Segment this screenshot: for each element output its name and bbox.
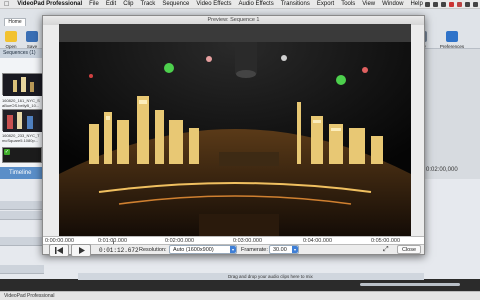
app-name-menu[interactable]: VideoPad Professional bbox=[17, 1, 82, 7]
menu-window[interactable]: Window bbox=[382, 1, 403, 7]
framerate-value: 30.00 bbox=[273, 247, 287, 253]
fullscreen-icon[interactable]: ⤢ bbox=[383, 246, 390, 253]
framerate-select[interactable]: 30.00 ▾ bbox=[269, 245, 299, 254]
timecode-display: 0:01:12.672 bbox=[99, 247, 139, 254]
audio-drop-zone[interactable]: Drag and drop your audio clips here to m… bbox=[78, 273, 424, 280]
menu-file[interactable]: File bbox=[89, 1, 99, 7]
app-window:  VideoPad Professional File Edit Clip T… bbox=[0, 0, 480, 300]
skip-back-button[interactable] bbox=[49, 244, 69, 257]
search-icon[interactable] bbox=[465, 2, 470, 7]
status-icons bbox=[422, 0, 478, 9]
folder-icon bbox=[5, 31, 17, 42]
check-icon: ✓ bbox=[4, 149, 10, 155]
status-icon-2[interactable] bbox=[433, 2, 438, 7]
timeline-time-right: 0:02:00,000 bbox=[426, 167, 458, 173]
preview-controls: 0:01:12.672 Resolution: Auto (1600x900) … bbox=[43, 244, 424, 257]
audio-track-header-2[interactable] bbox=[0, 265, 44, 274]
chevron-down-icon: ▾ bbox=[230, 246, 236, 253]
preferences-icon bbox=[446, 31, 458, 42]
clip-caption-2: 160820_233_NYC_T mcSquare5.1080p... bbox=[2, 133, 40, 143]
menu-video-effects[interactable]: Video Effects bbox=[196, 1, 231, 7]
video-track-header[interactable] bbox=[0, 201, 44, 210]
timeline-tab[interactable]: Timeline bbox=[0, 167, 44, 179]
skip-back-icon bbox=[55, 247, 63, 254]
menu-audio-effects[interactable]: Audio Effects bbox=[238, 1, 273, 7]
clip-thumbnail-1[interactable]: ✓ bbox=[2, 73, 43, 96]
ruler-label: 0:05:00.000 bbox=[371, 238, 401, 244]
status-icon-3[interactable] bbox=[441, 2, 446, 7]
menu-export[interactable]: Export bbox=[317, 1, 334, 7]
menu-list-icon[interactable] bbox=[473, 2, 478, 7]
clip-1-image bbox=[3, 74, 43, 96]
preview-ruler[interactable]: 0:00:00.000 0:01:00.000 0:02:00.000 0:03… bbox=[43, 236, 424, 245]
resolution-select[interactable]: Auto (1600x900) ▾ bbox=[169, 245, 237, 254]
tab-home[interactable]: Home bbox=[4, 18, 26, 26]
play-icon bbox=[79, 247, 85, 254]
resolution-label: Resolution: bbox=[139, 247, 167, 253]
preview-window: Preview: Sequence 1 0:00:00.000 0:02:00.… bbox=[42, 15, 425, 257]
play-button[interactable] bbox=[71, 244, 91, 257]
status-icon-1[interactable] bbox=[425, 2, 430, 7]
menu-sequence[interactable]: Sequence bbox=[162, 1, 189, 7]
menu-tools[interactable]: Tools bbox=[341, 1, 355, 7]
menu-transitions[interactable]: Transitions bbox=[281, 1, 310, 7]
playhead-marker[interactable] bbox=[113, 241, 114, 244]
menu-view[interactable]: View bbox=[362, 1, 375, 7]
video-image bbox=[59, 24, 411, 236]
clip-thumbnail-3[interactable]: ✓ bbox=[2, 147, 42, 163]
media-bin-sidebar: Sequences (1) ✓ 160820_161_NYC_S aBueOS.… bbox=[0, 49, 44, 167]
audio-track-header[interactable] bbox=[0, 237, 44, 246]
ruler-label: 0:02:00.000 bbox=[165, 238, 195, 244]
framerate-label: Framerate: bbox=[241, 247, 268, 253]
status-icon-4[interactable] bbox=[449, 2, 454, 7]
sequences-header[interactable]: Sequences (1) bbox=[0, 49, 43, 58]
status-bar: VideoPad Professional bbox=[0, 291, 480, 300]
menu-bar:  VideoPad Professional File Edit Clip T… bbox=[0, 0, 480, 9]
ruler-label: 0:04:00.000 bbox=[303, 238, 333, 244]
video-track-header-2[interactable] bbox=[0, 211, 44, 220]
save-icon bbox=[26, 31, 38, 42]
menu-edit[interactable]: Edit bbox=[106, 1, 116, 7]
close-button[interactable]: Close bbox=[397, 245, 421, 254]
chevron-down-icon: ▾ bbox=[292, 246, 298, 253]
clip-caption-1: 160820_161_NYC_S aBueOS.bellyB_10... bbox=[2, 98, 40, 108]
menu-track[interactable]: Track bbox=[141, 1, 156, 7]
flag-icon[interactable] bbox=[457, 2, 462, 7]
menu-help[interactable]: Help bbox=[410, 1, 422, 7]
ruler-label: 0:03:00.000 bbox=[233, 238, 263, 244]
menu-clip[interactable]: Clip bbox=[123, 1, 133, 7]
clip-2-image bbox=[3, 110, 43, 132]
video-frame[interactable] bbox=[59, 24, 411, 236]
zoom-slider[interactable] bbox=[360, 283, 460, 286]
resolution-value: Auto (1600x900) bbox=[173, 247, 214, 253]
apple-icon[interactable]:  bbox=[4, 1, 9, 8]
clip-thumbnail-2[interactable]: ✓ bbox=[2, 109, 43, 132]
